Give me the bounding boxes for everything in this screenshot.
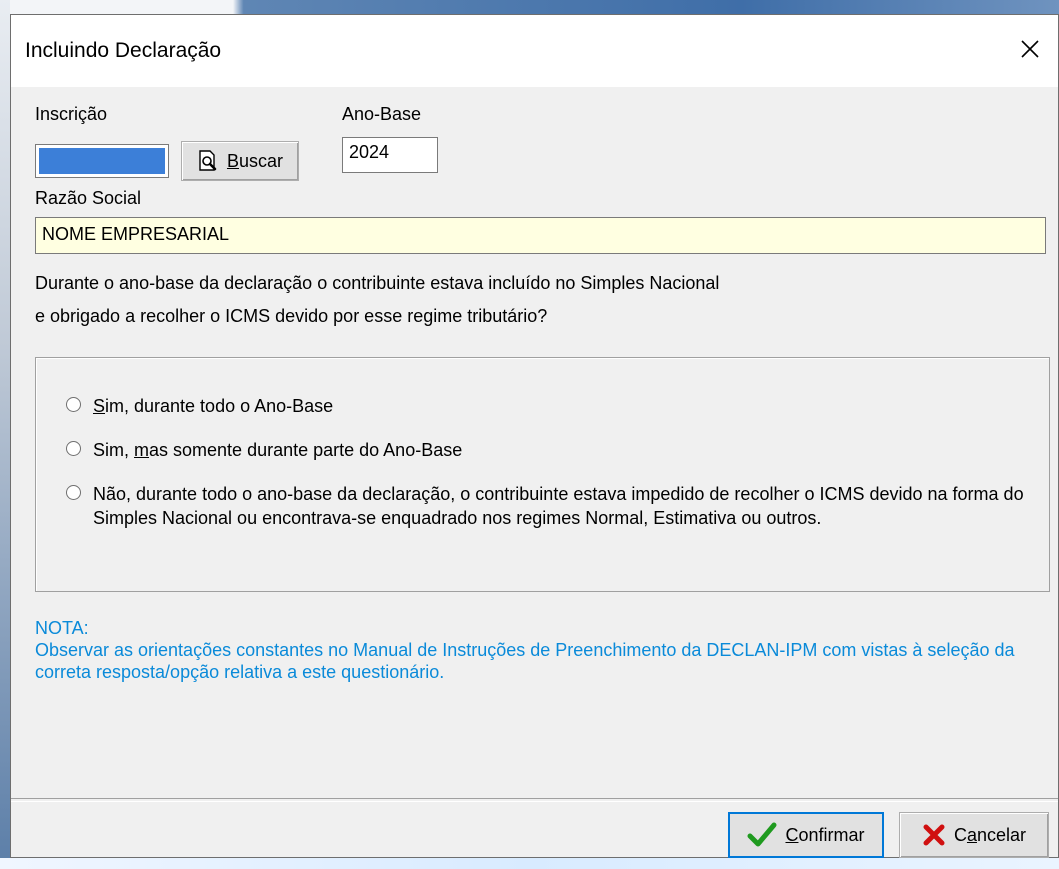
checkmark-icon	[747, 822, 777, 847]
cancelar-button[interactable]: Cancelar	[899, 812, 1049, 858]
incluindo-declaracao-dialog: Incluindo Declaração Inscrição Buscar An…	[10, 14, 1059, 858]
razao-social-input[interactable]: NOME EMPRESARIAL	[35, 217, 1046, 254]
note-body: Observar as orientações constantes no Ma…	[35, 640, 1015, 682]
search-document-icon	[199, 150, 217, 171]
cancel-x-icon	[923, 824, 945, 846]
razao-social-label: Razão Social	[35, 188, 142, 208]
desktop-background-top	[0, 0, 1059, 14]
radio-button[interactable]	[66, 485, 81, 500]
window-title: Incluindo Declaração	[25, 39, 222, 62]
dialog-body: Inscrição Buscar Ano-Base 2024 Razão Soc…	[11, 87, 1058, 858]
option-label: Sim, durante todo o Ano-Base	[93, 396, 334, 416]
inscricao-field[interactable]	[35, 144, 169, 178]
option-label: Sim, mas somente durante parte do Ano-Ba…	[93, 440, 463, 460]
question-line-2: e obrigado a recolher o ICMS devido por …	[35, 306, 548, 326]
button-bar-separator	[11, 798, 1058, 802]
anobase-label: Ano-Base	[342, 104, 422, 124]
close-icon	[1021, 40, 1039, 58]
anobase-input[interactable]: 2024	[342, 137, 438, 173]
options-group: Sim, durante todo o Ano-Base Sim, mas so…	[35, 357, 1050, 592]
radio-button[interactable]	[66, 441, 81, 456]
confirmar-button[interactable]: Confirmar	[728, 812, 884, 858]
close-button[interactable]	[1008, 29, 1052, 69]
option-sim-parte-ano[interactable]: Sim, mas somente durante parte do Ano-Ba…	[66, 438, 462, 462]
question-line-1: Durante o ano-base da declaração o contr…	[35, 273, 720, 293]
redacted-value	[39, 148, 165, 174]
title-bar: Incluindo Declaração	[11, 15, 1058, 87]
desktop-background-left	[0, 0, 10, 869]
note-heading: NOTA:	[35, 618, 89, 638]
option-nao-impedido[interactable]: Não, durante todo o ano-base da declaraç…	[66, 482, 1053, 530]
cancelar-label: Cancelar	[953, 824, 1027, 845]
radio-button[interactable]	[66, 397, 81, 412]
buscar-button[interactable]: Buscar	[181, 141, 299, 181]
option-sim-todo-ano[interactable]: Sim, durante todo o Ano-Base	[66, 394, 333, 418]
option-label: Não, durante todo o ano-base da declaraç…	[93, 484, 1024, 528]
buscar-label: Buscar	[226, 150, 284, 171]
inscricao-label: Inscrição	[35, 104, 108, 124]
desktop-background-bottom	[0, 858, 1059, 869]
confirmar-label: Confirmar	[785, 824, 865, 845]
